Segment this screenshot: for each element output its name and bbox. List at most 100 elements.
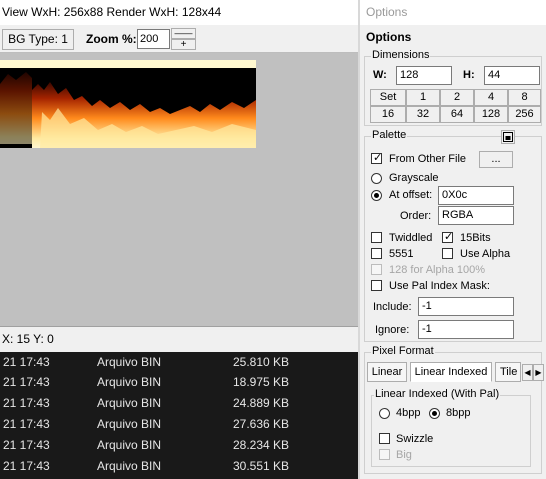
zoom-label: Zoom %: (86, 32, 137, 46)
include-input[interactable]: -1 (418, 297, 514, 316)
offset-input[interactable]: 0X0c (438, 186, 514, 205)
browse-palette-button[interactable]: ... (479, 151, 513, 168)
use-alpha-label: Use Alpha (460, 248, 511, 260)
dimensions-title: Dimensions (371, 49, 431, 61)
tab-scroll-left-icon[interactable]: ◀ (522, 364, 533, 381)
dim-preset-64[interactable]: 64 (440, 106, 474, 123)
twiddled-checkbox[interactable] (371, 232, 382, 243)
pixel-format-group: Pixel Format Linear Linear Indexed Tile … (364, 345, 544, 474)
5551-checkbox[interactable] (371, 248, 382, 259)
image-viewer: View WxH: 256x88 Render WxH: 128x44 BG T… (0, 0, 358, 352)
dimensions-group: Dimensions W: 128 H: 44 Set 1 2 4 8 16 3… (364, 49, 542, 126)
options-window-title: Options (360, 0, 546, 25)
file-row[interactable]: 21 17:43 Arquivo BIN 27.636 KB (0, 414, 358, 435)
file-date: 21 17:43 (3, 375, 50, 389)
pixel-format-title: Pixel Format (371, 345, 435, 357)
file-type: Arquivo BIN (97, 396, 162, 410)
use-alpha-checkbox[interactable] (442, 248, 453, 259)
big-checkbox (379, 449, 390, 460)
palette-save-icon[interactable] (501, 130, 515, 144)
alpha-128-label: 128 for Alpha 100% (389, 264, 486, 276)
pal-index-mask-label: Use Pal Index Mask: (389, 280, 490, 292)
flame-texture-preview (0, 60, 256, 148)
from-other-file-label: From Other File (389, 153, 467, 165)
file-row[interactable]: 21 17:43 Arquivo BIN 18.975 KB (0, 372, 358, 393)
file-size: 25.810 KB (233, 355, 290, 369)
file-size: 27.636 KB (233, 417, 290, 431)
dim-preset-1[interactable]: 1 (406, 89, 440, 106)
file-size: 24.889 KB (233, 396, 290, 410)
grayscale-radio[interactable] (371, 173, 382, 184)
15bits-checkbox[interactable]: ✓ (442, 231, 453, 243)
file-size: 28.234 KB (233, 438, 290, 452)
zoom-in-button[interactable]: + (171, 39, 196, 50)
5551-label: 5551 (389, 248, 414, 260)
file-date: 21 17:43 (3, 438, 50, 452)
tab-linear[interactable]: Linear (367, 362, 407, 382)
linear-indexed-group: Linear Indexed (With Pal) 4bpp 8bpp Swiz… (371, 388, 531, 467)
file-type: Arquivo BIN (97, 417, 162, 431)
pal-index-mask-checkbox[interactable] (371, 280, 382, 291)
coordinate-status: X: 15 Y: 0 (0, 326, 358, 352)
height-label: H: (463, 69, 475, 81)
dim-preset-32[interactable]: 32 (406, 106, 440, 123)
linear-indexed-title: Linear Indexed (With Pal) (374, 388, 501, 400)
tab-linear-indexed[interactable]: Linear Indexed (410, 362, 492, 382)
tab-scroll-right-icon[interactable]: ▶ (533, 364, 544, 381)
at-offset-label: At offset: (389, 189, 433, 201)
file-type: Arquivo BIN (97, 355, 162, 369)
bg-type-button[interactable]: BG Type: 1 (2, 29, 74, 50)
options-header: Options (366, 30, 412, 44)
ignore-input[interactable]: -1 (418, 320, 514, 339)
grayscale-label: Grayscale (389, 172, 439, 184)
height-input[interactable]: 44 (484, 66, 540, 85)
options-panel: Options Options Dimensions W: 128 H: 44 … (358, 0, 546, 479)
zoom-input[interactable]: 200 (137, 29, 170, 49)
palette-group: Palette ✓ From Other File ... Grayscale … (364, 129, 542, 342)
dim-preset-8[interactable]: 8 (508, 89, 541, 106)
file-size: 18.975 KB (233, 375, 290, 389)
twiddled-label: Twiddled (389, 232, 433, 244)
width-label: W: (373, 69, 387, 81)
big-label: Big (396, 449, 412, 461)
dim-preset-2[interactable]: 2 (440, 89, 474, 106)
dim-preset-16[interactable]: 16 (370, 106, 406, 123)
dim-preset-128[interactable]: 128 (474, 106, 508, 123)
swizzle-label: Swizzle (396, 433, 434, 445)
file-row[interactable]: 21 17:43 Arquivo BIN 24.889 KB (0, 393, 358, 414)
include-label: Include: (373, 301, 412, 313)
file-type: Arquivo BIN (97, 459, 162, 473)
width-input[interactable]: 128 (396, 66, 452, 85)
8bpp-label: 8bpp (446, 407, 471, 419)
at-offset-radio[interactable] (371, 190, 382, 201)
swizzle-checkbox[interactable] (379, 433, 390, 444)
zoom-reset-button[interactable]: —— (171, 28, 196, 39)
file-date: 21 17:43 (3, 396, 50, 410)
file-size: 30.551 KB (233, 459, 290, 473)
15bits-label: 15Bits (460, 232, 491, 244)
file-date: 21 17:43 (3, 459, 50, 473)
file-row[interactable]: 21 17:43 Arquivo BIN 30.551 KB (0, 456, 358, 477)
file-list: 21 17:43 Arquivo BIN 25.810 KB 21 17:43 … (0, 352, 358, 479)
view-info-label: View WxH: 256x88 Render WxH: 128x44 (0, 0, 358, 25)
dim-preset-4[interactable]: 4 (474, 89, 508, 106)
4bpp-label: 4bpp (396, 407, 421, 419)
file-type: Arquivo BIN (97, 375, 162, 389)
set-button[interactable]: Set (370, 89, 406, 106)
file-type: Arquivo BIN (97, 438, 162, 452)
render-canvas[interactable] (0, 54, 358, 326)
order-input[interactable]: RGBA (438, 206, 514, 225)
dim-preset-256[interactable]: 256 (508, 106, 541, 123)
tab-tile[interactable]: Tile (495, 362, 521, 382)
file-row[interactable]: 21 17:43 Arquivo BIN 28.234 KB (0, 435, 358, 456)
file-date: 21 17:43 (3, 417, 50, 431)
order-label: Order: (400, 210, 432, 222)
viewer-toolbar: BG Type: 1 Zoom %: 200 —— + (0, 25, 358, 53)
4bpp-radio[interactable] (379, 408, 390, 419)
ignore-label: Ignore: (375, 324, 410, 336)
from-other-file-checkbox[interactable]: ✓ (371, 152, 382, 164)
8bpp-radio[interactable] (429, 408, 440, 419)
file-row[interactable]: 21 17:43 Arquivo BIN 25.810 KB (0, 352, 358, 373)
alpha-128-checkbox (371, 264, 382, 275)
palette-title: Palette (371, 129, 408, 141)
